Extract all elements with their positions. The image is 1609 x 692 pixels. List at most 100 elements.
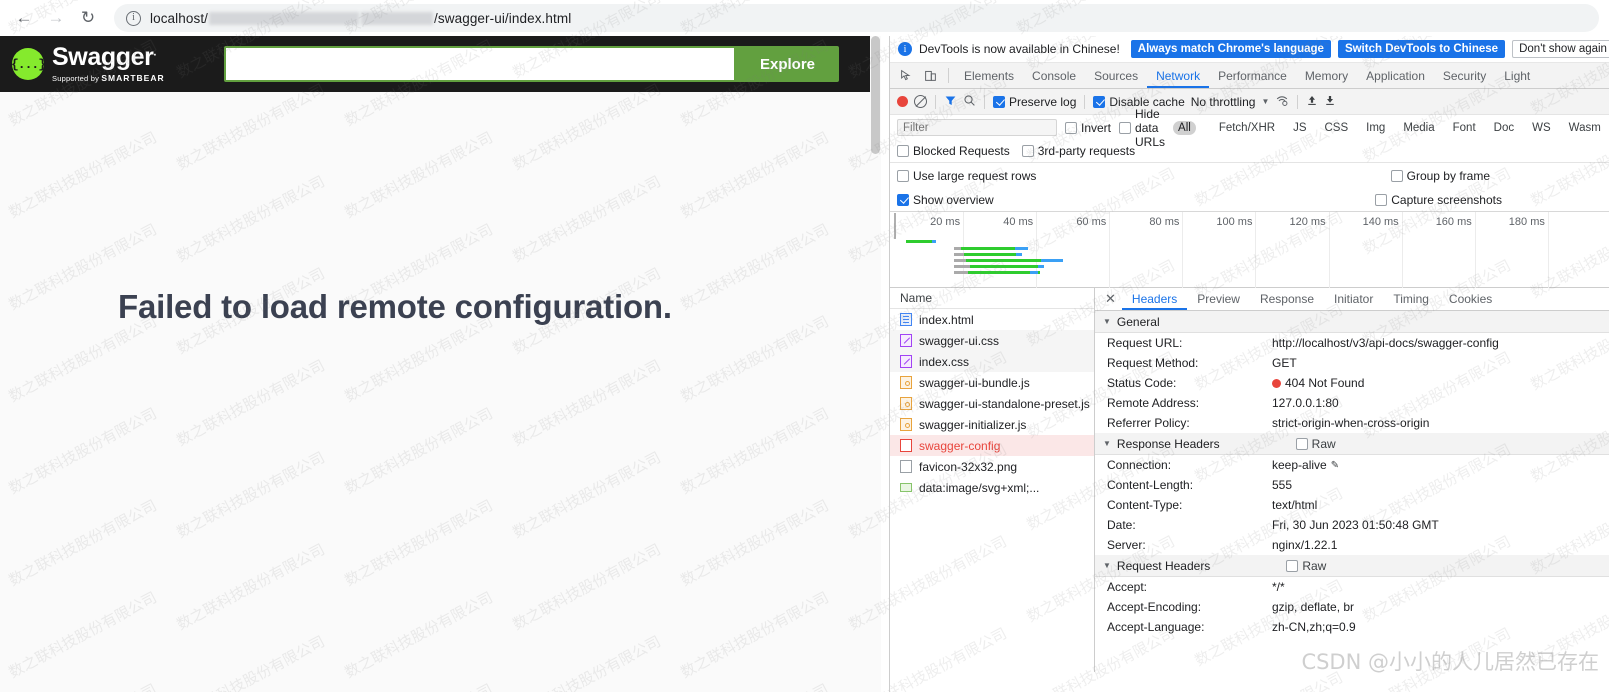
checkbox-box bbox=[897, 169, 909, 182]
use-large-request-rows-checkbox[interactable]: Use large request rows bbox=[897, 169, 1036, 183]
group-by-frame-checkbox[interactable]: Group by frame bbox=[1390, 169, 1490, 183]
wifi-settings-icon[interactable] bbox=[1275, 94, 1289, 110]
detail-tab-cookies[interactable]: Cookies bbox=[1439, 288, 1502, 310]
invert-checkbox[interactable]: Invert bbox=[1065, 121, 1111, 135]
request-list-item[interactable]: data:image/svg+xml;... bbox=[890, 477, 1094, 498]
detail-tab-timing[interactable]: Timing bbox=[1383, 288, 1439, 310]
overview-start-marker bbox=[894, 213, 896, 239]
type-filter-css[interactable]: CSS bbox=[1319, 121, 1353, 135]
page-scrollbar-thumb[interactable] bbox=[871, 36, 880, 154]
type-filter-doc[interactable]: Doc bbox=[1489, 121, 1519, 135]
header-value: http://localhost/v3/api-docs/swagger-con… bbox=[1272, 336, 1499, 350]
tab-security[interactable]: Security bbox=[1434, 63, 1495, 88]
header-key: Status Code: bbox=[1107, 376, 1177, 390]
swagger-url-input[interactable] bbox=[224, 46, 736, 82]
search-icon[interactable] bbox=[963, 94, 976, 110]
request-list: Name index.html swagger-ui.css index.css sw… bbox=[890, 288, 1095, 672]
overview-request-bar bbox=[1016, 253, 1022, 256]
request-list-column-header[interactable]: Name bbox=[890, 288, 1094, 309]
general-section-header[interactable]: ▼ General bbox=[1095, 311, 1609, 333]
type-filter-js[interactable]: JS bbox=[1288, 121, 1311, 135]
type-filter-img[interactable]: Img bbox=[1361, 121, 1390, 135]
response-headers-section-header[interactable]: ▼ Response Headers Raw bbox=[1095, 433, 1609, 455]
detail-tab-headers[interactable]: Headers bbox=[1122, 288, 1187, 310]
preserve-log-checkbox[interactable]: Preserve log bbox=[993, 95, 1076, 109]
tab-memory[interactable]: Memory bbox=[1296, 63, 1357, 88]
reload-icon[interactable]: ↻ bbox=[74, 4, 102, 32]
device-toolbar-icon[interactable] bbox=[918, 63, 942, 88]
third-party-requests-checkbox[interactable]: 3rd-party requests bbox=[1021, 144, 1135, 158]
address-bar[interactable]: i localhost/ /swagger-ui/index.html bbox=[114, 4, 1599, 32]
overview-tick-label: 80 ms bbox=[1149, 216, 1180, 228]
type-filter-wasm[interactable]: Wasm bbox=[1564, 121, 1606, 135]
request-list-item[interactable]: favicon-32x32.png bbox=[890, 456, 1094, 477]
detail-tab-preview[interactable]: Preview bbox=[1187, 288, 1250, 310]
download-arrow-icon[interactable] bbox=[1324, 94, 1336, 110]
header-key: Accept-Language: bbox=[1107, 620, 1205, 634]
request-raw-checkbox[interactable]: Raw bbox=[1286, 559, 1326, 573]
response-raw-checkbox[interactable]: Raw bbox=[1295, 437, 1336, 451]
toolbar-divider bbox=[948, 68, 949, 83]
funnel-icon[interactable] bbox=[944, 94, 957, 110]
filter-input[interactable] bbox=[897, 119, 1057, 136]
capture-screenshots-checkbox[interactable]: Capture screenshots bbox=[1375, 193, 1502, 207]
tab-application[interactable]: Application bbox=[1357, 63, 1434, 88]
forward-icon[interactable]: → bbox=[42, 4, 70, 32]
network-overview-timeline[interactable]: 20 ms 40 ms 60 ms 80 ms 100 ms 120 ms 140 ms 16… bbox=[890, 212, 1609, 288]
switch-devtools-to-chinese-button[interactable]: Switch DevTools to Chinese bbox=[1337, 40, 1506, 58]
header-value: */* bbox=[1272, 580, 1285, 594]
overview-tick-label: 160 ms bbox=[1435, 216, 1472, 228]
swagger-logo[interactable]: {...} Swagger. Supported by SMARTBEAR bbox=[11, 45, 224, 84]
detail-tab-response[interactable]: Response bbox=[1250, 288, 1324, 310]
header-value-text: GET bbox=[1272, 356, 1297, 370]
request-list-item[interactable]: swagger-ui.css bbox=[890, 330, 1094, 351]
upload-arrow-icon[interactable] bbox=[1306, 94, 1318, 110]
banner-message: DevTools is now available in Chinese! bbox=[919, 42, 1120, 56]
header-value: 404 Not Found bbox=[1272, 376, 1364, 390]
back-icon[interactable]: ← bbox=[10, 4, 38, 32]
throttling-select[interactable]: No throttling bbox=[1191, 95, 1256, 109]
tab-lighthouse[interactable]: Light bbox=[1495, 63, 1539, 88]
type-filter-ws[interactable]: WS bbox=[1527, 121, 1556, 135]
tab-performance[interactable]: Performance bbox=[1209, 63, 1296, 88]
chevron-down-icon[interactable]: ▼ bbox=[1261, 97, 1269, 106]
page-scrollbar[interactable] bbox=[870, 36, 881, 692]
checkbox-box bbox=[897, 145, 909, 157]
header-key: Content-Type: bbox=[1107, 498, 1183, 512]
request-detail-tab-bar: ✕ Headers Preview Response Initiator Tim… bbox=[1095, 288, 1609, 311]
type-filter-media[interactable]: Media bbox=[1398, 121, 1439, 135]
inspect-element-icon[interactable] bbox=[894, 63, 918, 88]
request-list-item[interactable]: swagger-config bbox=[890, 435, 1094, 456]
request-list-item[interactable]: swagger-initializer.js bbox=[890, 414, 1094, 435]
request-list-item[interactable]: swagger-ui-bundle.js bbox=[890, 372, 1094, 393]
hide-data-urls-checkbox[interactable]: Hide data URLs bbox=[1119, 107, 1165, 149]
checkbox-box bbox=[1295, 437, 1308, 450]
clear-prohibited-icon[interactable] bbox=[914, 95, 927, 108]
tab-console[interactable]: Console bbox=[1023, 63, 1085, 88]
overview-request-bar bbox=[1030, 271, 1038, 274]
blocked-requests-checkbox[interactable]: Blocked Requests bbox=[897, 144, 1010, 158]
type-filter-all[interactable]: All bbox=[1173, 120, 1196, 135]
close-icon[interactable]: ✕ bbox=[1099, 288, 1122, 310]
request-list-item[interactable]: index.css bbox=[890, 351, 1094, 372]
network-options-row-1: Use large request rows Group by frame bbox=[890, 163, 1609, 188]
detail-tab-initiator[interactable]: Initiator bbox=[1324, 288, 1383, 310]
always-match-language-button[interactable]: Always match Chrome's language bbox=[1130, 40, 1331, 58]
type-filter-font[interactable]: Font bbox=[1448, 121, 1481, 135]
tab-sources[interactable]: Sources bbox=[1085, 63, 1147, 88]
request-list-item[interactable]: swagger-ui-standalone-preset.js bbox=[890, 393, 1094, 414]
dont-show-again-button[interactable]: Don't show again bbox=[1512, 40, 1609, 58]
response-header-row: Connection: keep-alive ✎ bbox=[1095, 455, 1609, 475]
request-headers-section-header[interactable]: ▼ Request Headers Raw bbox=[1095, 555, 1609, 577]
request-name: swagger-config bbox=[919, 438, 1001, 453]
type-filter-fetch-xhr[interactable]: Fetch/XHR bbox=[1214, 121, 1280, 135]
show-overview-checkbox[interactable]: Show overview bbox=[897, 193, 994, 207]
edit-pencil-icon[interactable]: ✎ bbox=[1331, 460, 1339, 471]
explore-button[interactable]: Explore bbox=[736, 46, 840, 82]
tab-elements[interactable]: Elements bbox=[955, 63, 1023, 88]
record-circle-icon[interactable] bbox=[897, 96, 908, 107]
site-info-icon[interactable]: i bbox=[126, 10, 141, 26]
tab-network[interactable]: Network bbox=[1147, 63, 1209, 88]
overview-tick: 120 ms bbox=[1290, 212, 1330, 288]
request-list-item[interactable]: index.html bbox=[890, 309, 1094, 330]
